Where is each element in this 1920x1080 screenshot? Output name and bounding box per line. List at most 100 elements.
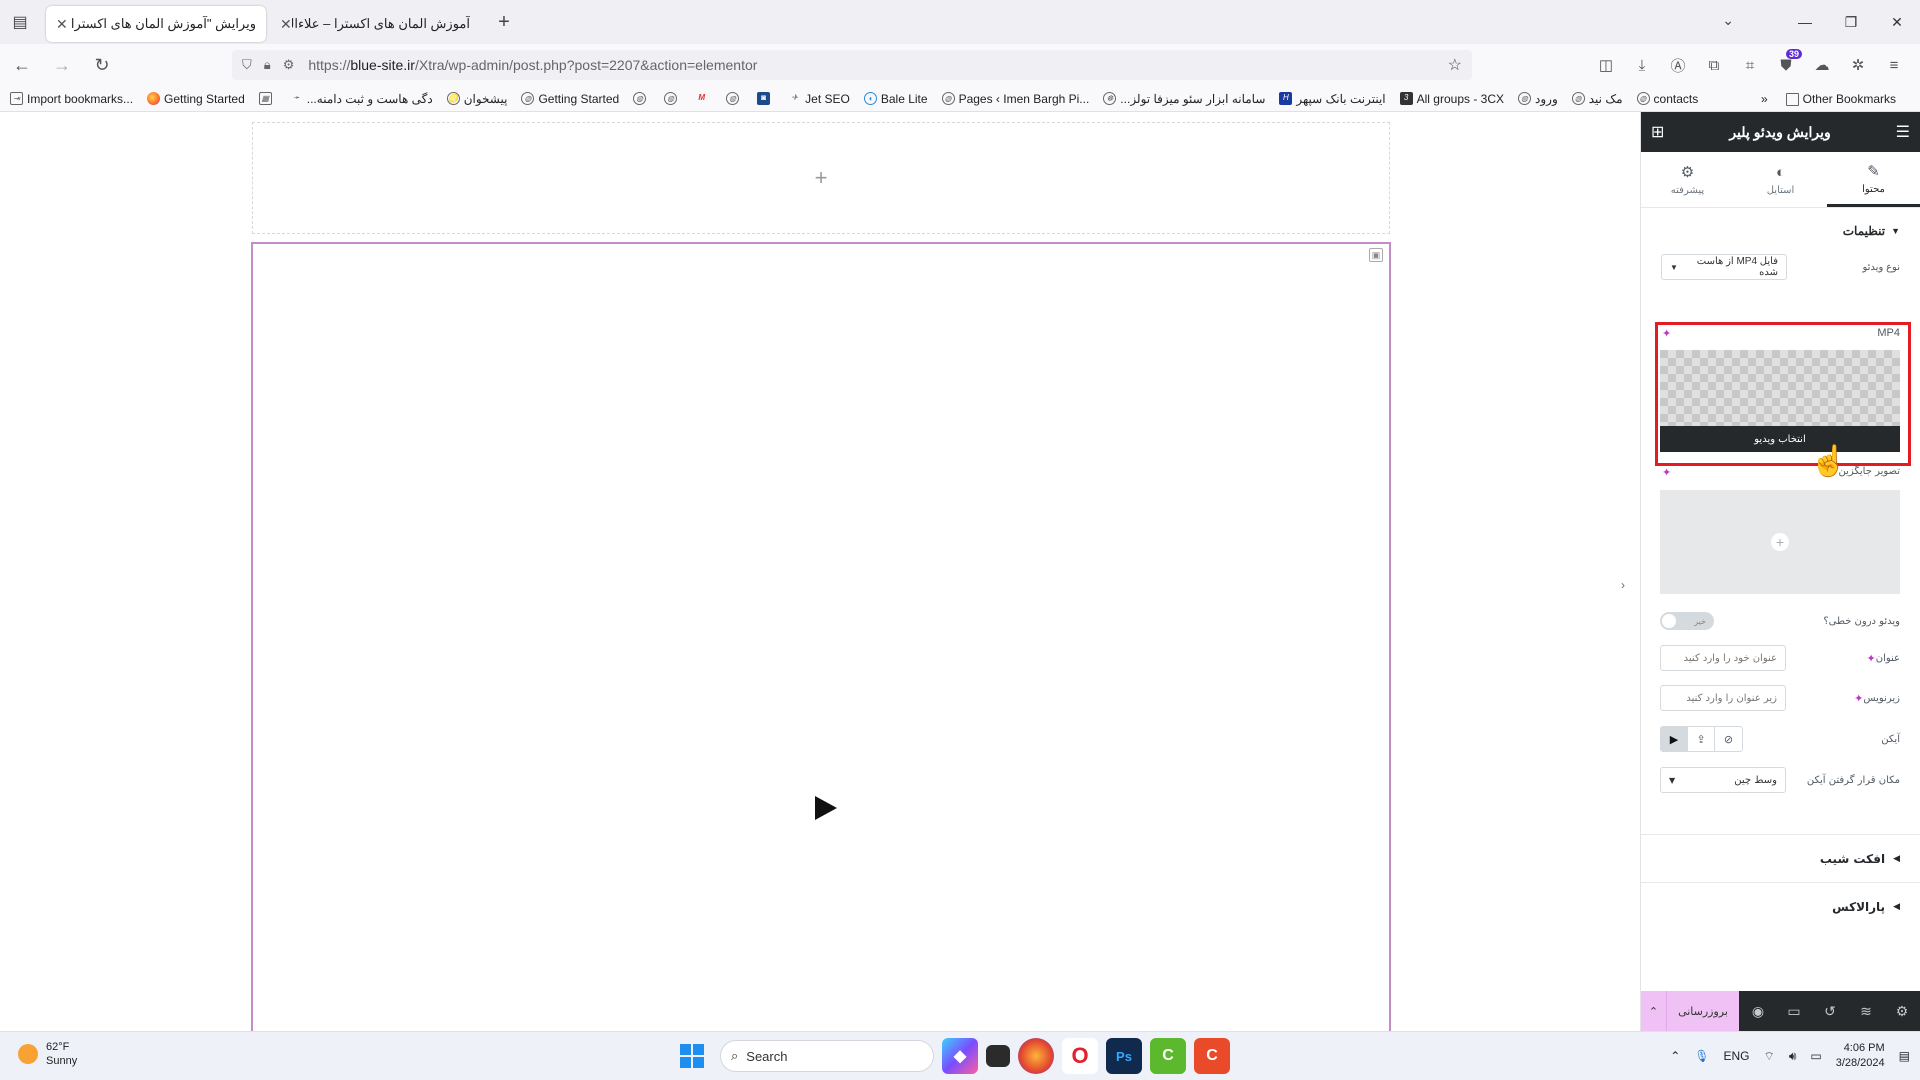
shield-icon[interactable]: ⛉ — [242, 57, 252, 73]
history-icon[interactable]: ↺ — [1812, 1003, 1848, 1020]
bookmark-import[interactable]: ⇥ Import bookmarks... — [10, 92, 133, 106]
chevron-down-icon[interactable]: ⌄ — [1722, 12, 1734, 29]
chevrons-right-icon[interactable]: » — [1761, 92, 1768, 106]
bookmark-app[interactable]: ◙ — [757, 92, 774, 105]
update-button[interactable]: بروزرسانی — [1667, 991, 1739, 1031]
tilt-section-header[interactable]: ◀ افکت شیب — [1641, 834, 1920, 882]
volume-icon[interactable]: 🔊︎ — [1789, 1049, 1797, 1064]
bookmark-calendar[interactable]: ▦ — [258, 92, 276, 105]
bookmark-gmail[interactable]: M — [695, 92, 712, 105]
video-player-widget[interactable]: ▣ — [251, 242, 1391, 1031]
chevron-up-icon[interactable]: ⌃ — [1641, 991, 1667, 1031]
back-icon[interactable]: ← — [4, 49, 40, 81]
settings-section-header[interactable]: ▼ تنظیمات — [1641, 208, 1920, 254]
play-icon-choice[interactable]: ▶ — [1661, 727, 1688, 751]
responsive-icon[interactable]: ▭ — [1776, 1003, 1812, 1020]
firefox-taskbar-icon[interactable] — [1018, 1038, 1054, 1074]
start-icon[interactable] — [680, 1044, 704, 1068]
gear-ext-icon[interactable]: ✲ — [1840, 56, 1876, 74]
widgets-grid-icon[interactable]: ⊞ — [1651, 122, 1664, 142]
bookmark-globe[interactable]: ◍ — [726, 92, 743, 105]
menu-icon[interactable]: ≡ — [1876, 57, 1912, 74]
poster-image-picker[interactable]: + — [1660, 490, 1900, 594]
shield-ext-icon[interactable]: ⛊ 39 — [1768, 48, 1804, 74]
subtitle-input[interactable] — [1660, 685, 1786, 711]
choose-video-button[interactable]: انتخاب ویدیو — [1660, 426, 1900, 452]
close-tab-icon[interactable]: ✕ — [56, 16, 68, 33]
new-tab-button[interactable]: + — [488, 6, 520, 38]
crop-icon[interactable]: ⌗ — [1732, 57, 1768, 74]
camtasia-icon[interactable]: C — [1150, 1038, 1186, 1074]
taskbar-search[interactable]: ⌕ Search — [720, 1040, 934, 1072]
eye-icon[interactable]: ◉ — [1740, 1003, 1776, 1020]
weather-widget[interactable]: 62°F Sunny — [18, 1040, 77, 1068]
close-tab-icon[interactable]: ✕ — [280, 16, 292, 33]
tab-active[interactable]: ویرایش "آموزش المان های اکسترا – ع ✕ — [46, 6, 266, 42]
bookmark-bale[interactable]: ◖ Bale Lite — [863, 92, 928, 106]
add-section-area[interactable]: + — [252, 122, 1390, 234]
copilot-icon[interactable]: ◆ — [942, 1038, 978, 1074]
language-indicator[interactable]: ENG — [1724, 1049, 1750, 1063]
notifications-icon[interactable]: ▤ — [1899, 1049, 1910, 1063]
hamburger-menu-icon[interactable]: ☰ — [1896, 122, 1910, 142]
tab-content[interactable]: ✎ محتوا — [1827, 152, 1920, 207]
tab-list-icon[interactable]: ▤ — [0, 0, 40, 44]
tab-inactive[interactable]: آموزش المان های اکسترا – علاءالدین ✕ — [270, 6, 480, 42]
inline-toggle[interactable]: خیر — [1660, 612, 1714, 630]
pocket-icon[interactable]: ◫ — [1588, 56, 1624, 74]
video-type-select[interactable]: فایل MP4 از هاست شده ▼ — [1661, 254, 1787, 280]
chevron-up-icon[interactable]: ⌃ — [1670, 1049, 1680, 1063]
extensions-icon[interactable]: ⧉ — [1696, 57, 1732, 74]
lock-icon[interactable]: 🔒︎ — [264, 57, 271, 73]
microphone-icon[interactable]: 🎙︎ — [1694, 1049, 1709, 1063]
bookmark-pages[interactable]: ◍ Pages ‹ Imen Bargh Pi... — [941, 92, 1089, 106]
cloud-icon[interactable]: ☁ — [1804, 56, 1840, 74]
ai-sparkle-icon[interactable]: ✦ — [1867, 652, 1876, 665]
plus-icon[interactable]: + — [815, 165, 828, 191]
bookmark-seo-tools[interactable]: ☸ ...سامانه ابزار سئو میزفا تولز — [1103, 92, 1265, 106]
restore-icon[interactable]: ❐ — [1828, 14, 1874, 31]
battery-icon[interactable]: ▭ — [1810, 1049, 1821, 1063]
bookmark-dashboard[interactable]: ♌ پیشخوان — [446, 92, 507, 106]
bookmark-3cx[interactable]: 3 All groups - 3CX — [1399, 92, 1504, 106]
opera-icon[interactable]: O — [1062, 1038, 1098, 1074]
url-bar[interactable]: ⛉ 🔒︎ ⚙︎ https://blue-site.ir/Xtra/wp-adm… — [232, 50, 1472, 80]
ai-sparkle-icon[interactable]: ✦ — [1662, 327, 1671, 340]
tab-style[interactable]: ◐ استایل — [1734, 152, 1827, 207]
parallax-section-header[interactable]: ◀ پارالاکس — [1641, 882, 1920, 930]
upload-icon-choice[interactable]: ⇪ — [1688, 727, 1715, 751]
minimize-icon[interactable]: — — [1782, 14, 1828, 30]
video-media-picker[interactable]: انتخاب ویدیو — [1660, 350, 1900, 452]
close-window-icon[interactable]: ✕ — [1874, 14, 1920, 31]
bookmark-jet-seo[interactable]: ✈ Jet SEO — [788, 92, 850, 106]
bookmark-hosting[interactable]: ➛ ...دگی هاست و ثبت دامنه — [290, 92, 433, 106]
photoshop-icon[interactable]: Ps — [1106, 1038, 1142, 1074]
bookmark-maknid[interactable]: ◍ مک نید — [1571, 92, 1623, 106]
title-input[interactable] — [1660, 645, 1786, 671]
ai-sparkle-icon[interactable]: ✦ — [1662, 466, 1671, 479]
forward-icon[interactable]: → — [44, 49, 80, 81]
permissions-icon[interactable]: ⚙︎ — [283, 57, 295, 73]
settings-icon[interactable]: ⚙ — [1884, 1003, 1920, 1020]
panel-collapse-chevron-icon[interactable]: › — [1610, 550, 1636, 620]
camtasia-recorder-icon[interactable]: C — [1194, 1038, 1230, 1074]
reload-icon[interactable]: ↻ — [84, 49, 120, 81]
account-icon[interactable]: Ⓐ — [1660, 55, 1696, 76]
star-icon[interactable]: ☆ — [1448, 55, 1462, 75]
clock[interactable]: 4:06 PM 3/28/2024 — [1836, 1041, 1885, 1071]
other-bookmarks[interactable]: Other Bookmarks — [1785, 92, 1896, 106]
wifi-icon[interactable]: ⌔ — [1764, 1049, 1775, 1064]
bookmark-contacts[interactable]: ◍ contacts — [1636, 92, 1698, 106]
ai-sparkle-icon[interactable]: ✦ — [1854, 692, 1863, 705]
widget-edit-icon[interactable]: ▣ — [1369, 248, 1383, 262]
download-icon[interactable]: ⤓ — [1624, 57, 1660, 74]
bookmark-login[interactable]: ◍ ورود — [1518, 92, 1558, 106]
none-icon-choice[interactable]: ⊘ — [1715, 727, 1742, 751]
bookmark-getting-started-2[interactable]: ◍ Getting Started — [521, 92, 619, 106]
file-explorer-icon[interactable] — [986, 1045, 1010, 1067]
icon-position-select[interactable]: وسط چین ▼ — [1660, 767, 1786, 793]
bookmark-getting-started[interactable]: Getting Started — [147, 92, 245, 106]
layers-icon[interactable]: ≋ — [1848, 1003, 1884, 1020]
bookmark-globe[interactable]: ◍ — [633, 92, 650, 105]
play-icon[interactable] — [815, 796, 837, 820]
